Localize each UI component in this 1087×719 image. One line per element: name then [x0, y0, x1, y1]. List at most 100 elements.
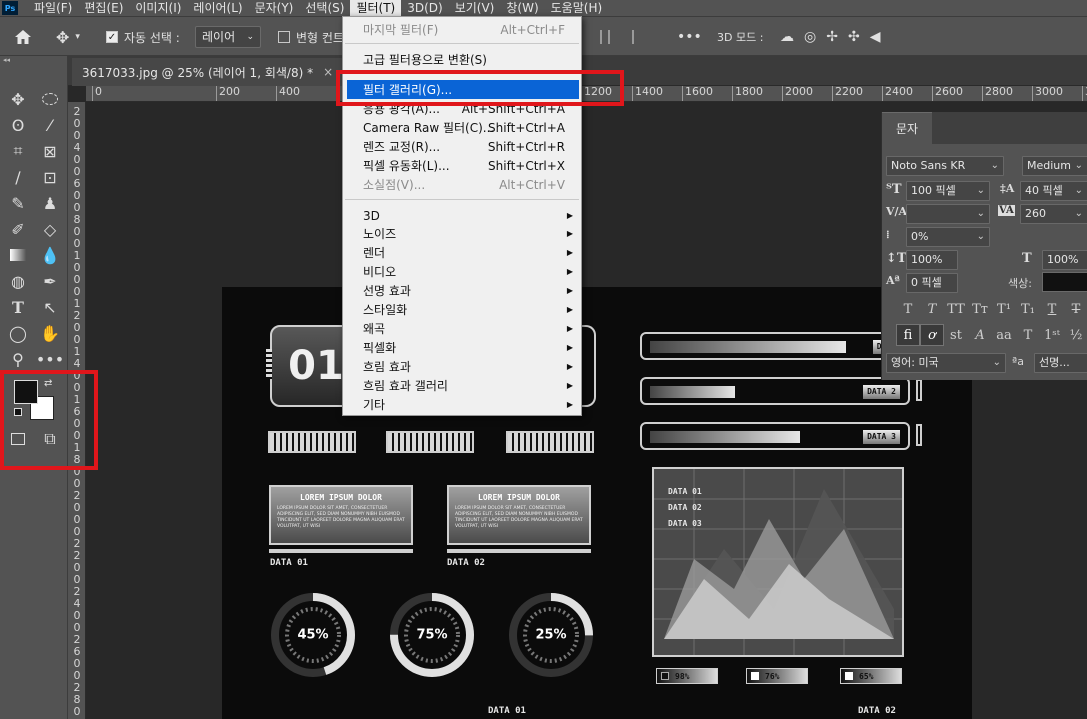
- document-image[interactable]: 01 LOREM IPSUM DOLOR LOREM IPSUM DOLOR S…: [222, 287, 972, 719]
- blur-tool-icon[interactable]: 💧: [36, 244, 64, 266]
- menu-window[interactable]: 창(W): [500, 0, 544, 16]
- subscript-button[interactable]: T₁: [1016, 298, 1040, 320]
- menu-file[interactable]: 파일(F): [28, 0, 78, 16]
- font-family-dropdown[interactable]: Noto Sans KR ⌄: [886, 156, 1004, 176]
- menu-item-vanishing-point[interactable]: 소실점(V)... Alt+Ctrl+V: [343, 175, 581, 194]
- gradient-tool-icon[interactable]: [4, 244, 32, 266]
- document-tab[interactable]: 3617033.jpg @ 25% (레이어 1, 회색/8) * ×: [72, 58, 344, 86]
- anti-alias-dropdown[interactable]: 선명...: [1034, 353, 1087, 373]
- menu-view[interactable]: 보기(V): [449, 0, 501, 16]
- menu-edit[interactable]: 편집(E): [78, 0, 129, 16]
- auto-select-checkbox[interactable]: ✓: [106, 31, 118, 43]
- 3d-slide-icon[interactable]: ✣: [848, 29, 860, 45]
- menu-item-other[interactable]: 기타 ▶: [343, 395, 581, 414]
- stamp-tool-icon[interactable]: ♟: [36, 192, 64, 214]
- text-color-swatch[interactable]: [1042, 272, 1087, 292]
- history-brush-tool-icon[interactable]: ✐: [4, 218, 32, 240]
- dodge-tool-icon[interactable]: ◍: [4, 270, 32, 292]
- fractions-button[interactable]: ½: [1064, 324, 1087, 346]
- faux-italic-button[interactable]: T: [920, 298, 944, 320]
- baseline-shift-field[interactable]: 0 픽셀: [906, 273, 958, 293]
- menu-item-blur[interactable]: 흐림 효과 ▶: [343, 357, 581, 376]
- move-tool-icon[interactable]: ✥: [4, 88, 32, 110]
- eyedropper-tool-icon[interactable]: ∕: [4, 166, 32, 188]
- ligatures-button[interactable]: fi: [896, 324, 920, 346]
- crop-tool-icon[interactable]: ⌗: [4, 140, 32, 162]
- transform-checkbox[interactable]: [278, 31, 290, 43]
- menu-layer[interactable]: 레이어(L): [187, 0, 248, 16]
- discretionary-ligatures-button[interactable]: st: [944, 324, 968, 346]
- hand-tool-icon[interactable]: ✋: [36, 322, 64, 344]
- auto-select-option[interactable]: ✓ 자동 선택 :: [106, 17, 180, 57]
- menu-item-video[interactable]: 비디오 ▶: [343, 262, 581, 281]
- frame-tool-icon[interactable]: ⊠: [36, 140, 64, 162]
- edit-toolbar-icon[interactable]: •••: [36, 348, 64, 370]
- 3d-orbit-icon[interactable]: ☁: [780, 29, 794, 45]
- menu-item-last-filter[interactable]: 마지막 필터(F) Alt+Ctrl+F: [343, 20, 581, 39]
- type-tool-icon[interactable]: T: [4, 296, 32, 318]
- lasso-tool-icon[interactable]: ʘ: [4, 114, 32, 136]
- character-tab[interactable]: 문자: [882, 112, 932, 144]
- ruler-label: 2: [73, 585, 81, 598]
- menu-type[interactable]: 문자(Y): [249, 0, 300, 16]
- menu-3d[interactable]: 3D(D): [401, 0, 448, 16]
- vertical-scale-field[interactable]: 100%: [906, 250, 958, 270]
- menu-item-3d[interactable]: 3D ▶: [343, 206, 581, 225]
- swash-button[interactable]: A: [968, 324, 992, 346]
- path-selection-tool-icon[interactable]: ↖: [36, 296, 64, 318]
- stylistic-alternates-button[interactable]: aa: [992, 324, 1016, 346]
- menu-item-stylize[interactable]: 스타일화 ▶: [343, 300, 581, 319]
- all-caps-button[interactable]: TT: [944, 298, 968, 320]
- brush-tool-icon[interactable]: ✎: [4, 192, 32, 214]
- faux-bold-button[interactable]: T: [896, 298, 920, 320]
- strikethrough-button[interactable]: T: [1064, 298, 1087, 320]
- tracking-field[interactable]: 260 ⌄: [1020, 204, 1087, 224]
- magic-wand-tool-icon[interactable]: ⁄: [36, 114, 64, 136]
- menu-select[interactable]: 선택(S): [299, 0, 350, 16]
- font-style-dropdown[interactable]: Medium ⌄: [1022, 156, 1087, 176]
- titling-alternates-button[interactable]: T: [1016, 324, 1040, 346]
- marquee-tool-icon[interactable]: [36, 88, 64, 110]
- menu-item-camera-raw-filter[interactable]: Camera Raw 필터(C)... Shift+Ctrl+A: [343, 118, 581, 137]
- tsume-field[interactable]: 0% ⌄: [906, 227, 990, 247]
- small-caps-button[interactable]: Tᴛ: [968, 298, 992, 320]
- menu-item-liquify[interactable]: 픽셀 유동화(L)... Shift+Ctrl+X: [343, 156, 581, 175]
- distribute-icon[interactable]: [600, 17, 642, 57]
- home-icon[interactable]: [14, 17, 32, 57]
- menu-item-convert-smart-filters[interactable]: 고급 필터용으로 변환(S): [343, 50, 581, 69]
- leading-field[interactable]: 40 픽셀 ⌄: [1020, 181, 1087, 201]
- menu-item-render[interactable]: 렌더 ▶: [343, 243, 581, 262]
- eraser-tool-icon[interactable]: ◇: [36, 218, 64, 240]
- collapse-panel-icon[interactable]: ◂◂: [0, 56, 68, 66]
- contextual-alternates-button[interactable]: ơ: [920, 324, 944, 346]
- horizontal-scale-field[interactable]: 100%: [1042, 250, 1087, 270]
- underline-button[interactable]: T: [1040, 298, 1064, 320]
- menu-help[interactable]: 도움말(H): [545, 0, 609, 16]
- menu-item-sharpen[interactable]: 선명 효과 ▶: [343, 281, 581, 300]
- menu-item-lens-correction[interactable]: 렌즈 교정(R)... Shift+Ctrl+R: [343, 137, 581, 156]
- ordinals-button[interactable]: 1ˢᵗ: [1040, 324, 1064, 346]
- transform-controls-option[interactable]: 변형 컨트: [278, 17, 344, 57]
- more-options-icon[interactable]: •••: [677, 17, 702, 57]
- superscript-button[interactable]: T¹: [992, 298, 1016, 320]
- language-dropdown[interactable]: 영어: 미국 ⌄: [886, 353, 1006, 373]
- ruler-label: 0: [73, 657, 81, 670]
- menu-item-blur-gallery[interactable]: 흐림 효과 갤러리 ▶: [343, 376, 581, 395]
- kerning-field[interactable]: ⌄: [906, 204, 990, 224]
- menu-image[interactable]: 이미지(I): [129, 0, 187, 16]
- auto-select-dropdown[interactable]: 레이어 ⌄: [195, 26, 261, 48]
- zoom-tool-icon[interactable]: ⚲: [4, 348, 32, 370]
- patch-tool-icon[interactable]: ⊡: [36, 166, 64, 188]
- shape-tool-icon[interactable]: ◯: [4, 322, 32, 344]
- 3d-pan-icon[interactable]: ✢: [826, 29, 838, 45]
- 3d-camera-icon[interactable]: ◀: [870, 29, 881, 45]
- menu-item-distort[interactable]: 왜곡 ▶: [343, 319, 581, 338]
- menu-filter[interactable]: 필터(T): [350, 0, 402, 16]
- menu-item-noise[interactable]: 노이즈 ▶: [343, 224, 581, 243]
- pen-tool-icon[interactable]: ✒: [36, 270, 64, 292]
- menu-item-pixelate[interactable]: 픽셀화 ▶: [343, 338, 581, 357]
- close-tab-icon[interactable]: ×: [323, 65, 333, 79]
- move-tool-preset-icon[interactable]: ✥ ▾: [56, 17, 80, 57]
- 3d-roll-icon[interactable]: ◎: [804, 29, 816, 45]
- font-size-field[interactable]: 100 픽셀 ⌄: [906, 181, 990, 201]
